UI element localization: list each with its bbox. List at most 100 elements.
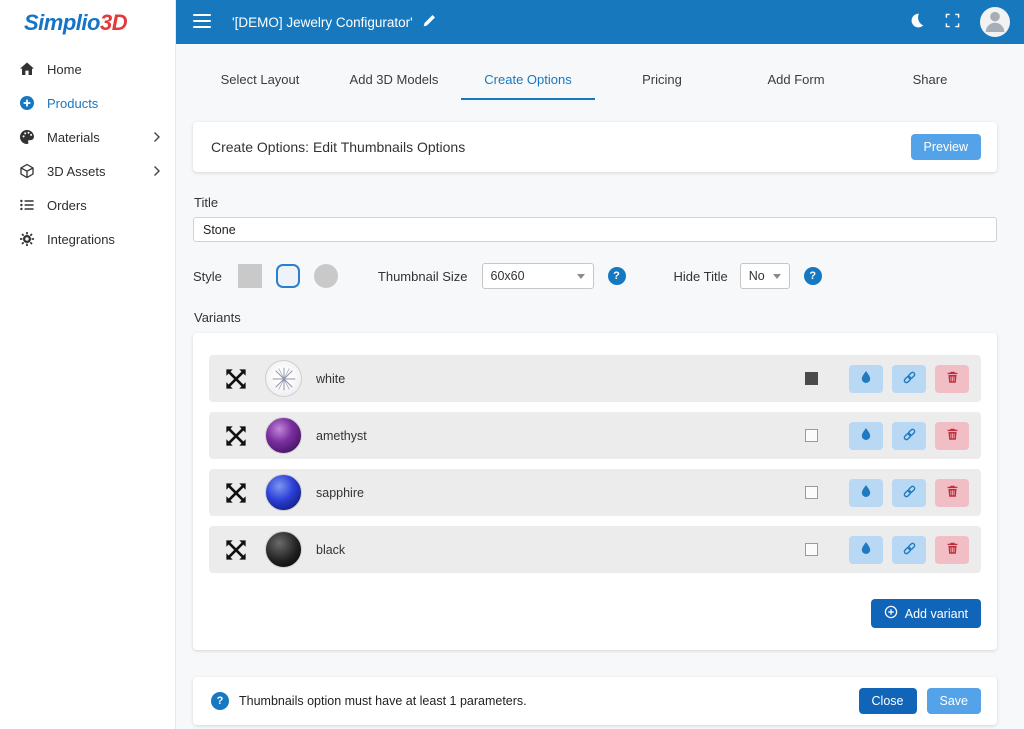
thumbnail-size-value: 60x60 bbox=[491, 269, 525, 283]
variant-delete-button[interactable] bbox=[935, 365, 969, 393]
style-option-circle[interactable] bbox=[314, 264, 338, 288]
hide-title-help-icon[interactable]: ? bbox=[804, 267, 822, 285]
fullscreen-icon bbox=[945, 13, 960, 31]
variant-thumbnail[interactable] bbox=[265, 360, 302, 397]
variant-link-button[interactable] bbox=[892, 422, 926, 450]
tab-pricing[interactable]: Pricing bbox=[595, 62, 729, 100]
chevron-down-icon bbox=[577, 274, 585, 279]
plus-circle-icon bbox=[884, 605, 898, 622]
preview-button[interactable]: Preview bbox=[911, 134, 981, 160]
tab-select-layout[interactable]: Select Layout bbox=[193, 62, 327, 100]
sidebar-item-products[interactable]: Products bbox=[0, 86, 175, 120]
tab-label: Create Options bbox=[484, 72, 571, 87]
variant-name: white bbox=[316, 372, 345, 386]
hide-title-label: Hide Title bbox=[674, 269, 728, 284]
close-button[interactable]: Close bbox=[859, 688, 917, 714]
sidebar-item-home[interactable]: Home bbox=[0, 52, 175, 86]
droplet-icon bbox=[859, 370, 873, 387]
variant-checkbox[interactable] bbox=[805, 486, 818, 499]
chevron-right-icon bbox=[153, 131, 161, 143]
tab-label: Add 3D Models bbox=[350, 72, 439, 87]
variant-delete-button[interactable] bbox=[935, 536, 969, 564]
link-icon bbox=[902, 427, 917, 445]
variant-link-button[interactable] bbox=[892, 479, 926, 507]
topbar: '[DEMO] Jewelry Configurator' bbox=[176, 0, 1024, 44]
save-button[interactable]: Save bbox=[927, 688, 982, 714]
thumbnail-size-help-icon[interactable]: ? bbox=[608, 267, 626, 285]
sidebar-item-label: Materials bbox=[47, 130, 100, 145]
tab-label: Share bbox=[913, 72, 948, 87]
variant-name: sapphire bbox=[316, 486, 364, 500]
variant-checkbox[interactable] bbox=[805, 372, 818, 385]
variant-link-button[interactable] bbox=[892, 536, 926, 564]
sidebar-item-orders[interactable]: Orders bbox=[0, 188, 175, 222]
variant-row: amethyst bbox=[209, 412, 981, 459]
tab-create-options[interactable]: Create Options bbox=[461, 62, 595, 100]
hide-title-select[interactable]: No bbox=[740, 263, 790, 289]
variant-row: white bbox=[209, 355, 981, 402]
sidebar-nav: Home Products Materials bbox=[0, 46, 175, 256]
title-input[interactable] bbox=[193, 217, 997, 242]
variant-material-button[interactable] bbox=[849, 365, 883, 393]
tab-share[interactable]: Share bbox=[863, 62, 997, 100]
variant-thumbnail[interactable] bbox=[265, 531, 302, 568]
content: Select Layout Add 3D Models Create Optio… bbox=[176, 44, 1024, 729]
dark-mode-button[interactable] bbox=[908, 12, 925, 32]
thumbnail-size-select[interactable]: 60x60 bbox=[482, 263, 594, 289]
gear-icon bbox=[19, 231, 35, 247]
sidebar-item-label: Home bbox=[47, 62, 82, 77]
topbar-actions bbox=[908, 7, 1010, 37]
hide-title-value: No bbox=[749, 269, 765, 283]
variant-checkbox[interactable] bbox=[805, 543, 818, 556]
variant-thumbnail[interactable] bbox=[265, 417, 302, 454]
menu-toggle-button[interactable] bbox=[190, 8, 214, 37]
sidebar-item-integrations[interactable]: Integrations bbox=[0, 222, 175, 256]
variant-delete-button[interactable] bbox=[935, 422, 969, 450]
style-option-rounded-square[interactable] bbox=[276, 264, 300, 288]
logo[interactable]: Simplio3D bbox=[0, 0, 175, 46]
hamburger-icon bbox=[192, 12, 212, 33]
home-icon bbox=[19, 61, 35, 77]
edit-pencil-icon[interactable] bbox=[422, 14, 436, 31]
tab-bar: Select Layout Add 3D Models Create Optio… bbox=[193, 62, 997, 100]
footer-note-text: Thumbnails option must have at least 1 p… bbox=[239, 694, 527, 708]
tab-add-3d-models[interactable]: Add 3D Models bbox=[327, 62, 461, 100]
sidebar-item-materials[interactable]: Materials bbox=[0, 120, 175, 154]
drag-handle-icon[interactable] bbox=[225, 482, 247, 504]
variant-thumbnail[interactable] bbox=[265, 474, 302, 511]
variant-link-button[interactable] bbox=[892, 365, 926, 393]
variant-actions bbox=[805, 422, 969, 450]
drag-handle-icon[interactable] bbox=[225, 368, 247, 390]
variant-name: black bbox=[316, 543, 345, 557]
user-avatar[interactable] bbox=[980, 7, 1010, 37]
variant-actions bbox=[805, 479, 969, 507]
thumbnail-size-label: Thumbnail Size bbox=[378, 269, 468, 284]
trash-icon bbox=[946, 484, 959, 501]
style-row: Style Thumbnail Size 60x60 ? Hide Title … bbox=[193, 263, 997, 289]
variant-checkbox[interactable] bbox=[805, 429, 818, 442]
variant-material-button[interactable] bbox=[849, 479, 883, 507]
logo-text-simplio: Simplio bbox=[24, 10, 100, 36]
link-icon bbox=[902, 370, 917, 388]
variant-delete-button[interactable] bbox=[935, 479, 969, 507]
drag-handle-icon[interactable] bbox=[225, 425, 247, 447]
variants-card: white bbox=[193, 333, 997, 650]
project-title-text: '[DEMO] Jewelry Configurator' bbox=[232, 15, 413, 30]
sidebar-item-label: Integrations bbox=[47, 232, 115, 247]
variants-label: Variants bbox=[194, 310, 997, 325]
sidebar-item-label: Products bbox=[47, 96, 98, 111]
sidebar-item-3d-assets[interactable]: 3D Assets bbox=[0, 154, 175, 188]
chevron-right-icon bbox=[153, 165, 161, 177]
variant-material-button[interactable] bbox=[849, 536, 883, 564]
panel-header: Create Options: Edit Thumbnails Options … bbox=[193, 122, 997, 172]
list-icon bbox=[19, 197, 35, 213]
tab-label: Add Form bbox=[767, 72, 824, 87]
fullscreen-button[interactable] bbox=[945, 13, 960, 31]
tab-label: Pricing bbox=[642, 72, 682, 87]
variant-material-button[interactable] bbox=[849, 422, 883, 450]
variant-row: black bbox=[209, 526, 981, 573]
add-variant-button[interactable]: Add variant bbox=[871, 599, 981, 628]
tab-add-form[interactable]: Add Form bbox=[729, 62, 863, 100]
drag-handle-icon[interactable] bbox=[225, 539, 247, 561]
style-option-square[interactable] bbox=[238, 264, 262, 288]
